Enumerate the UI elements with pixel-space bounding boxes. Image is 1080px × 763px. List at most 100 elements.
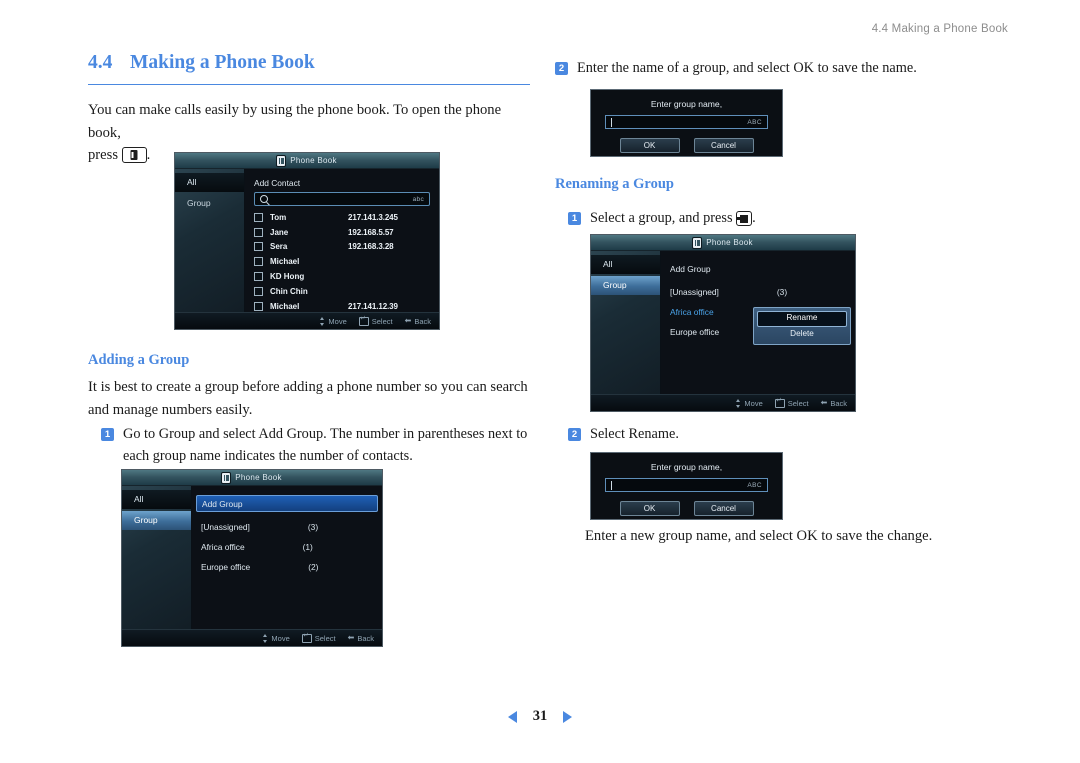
osd-content: Add Contact abc Tom 217.141.3.245 Jane 1…: [245, 169, 439, 316]
step-add-group-2: 2 Enter the name of a group, and select …: [555, 58, 995, 80]
phonebook-icon: [277, 155, 286, 166]
running-header: 4.4 Making a Phone Book: [871, 23, 1008, 35]
contact-checkbox[interactable]: [254, 272, 263, 282]
sidebar-item-group[interactable]: Group: [122, 511, 191, 530]
footer-hint-label: Select: [371, 316, 393, 326]
select-key-icon: [736, 211, 753, 226]
add-group-row[interactable]: Add Group: [670, 259, 846, 279]
contact-row[interactable]: Tom 217.141.3.245: [254, 210, 430, 225]
heading-adding-group: Adding a Group: [88, 352, 190, 368]
group-name: Europe office: [201, 562, 251, 572]
footer-hint-move: Move: [263, 633, 290, 643]
dialog-title: Enter group name,: [650, 99, 723, 109]
contact-name: KD Hong: [270, 272, 305, 282]
contact-row[interactable]: Jane 192.168.5.57: [254, 225, 430, 240]
left-column: 4.4 Making a Phone Book You can make cal…: [88, 52, 530, 647]
contact-row[interactable]: Michael: [254, 254, 430, 269]
closing-paragraph: Enter a new group name, and select OK to…: [585, 528, 933, 544]
footer-hint-label: Back: [414, 316, 431, 326]
back-arrow-icon: ⬅: [820, 398, 828, 407]
osd-footer: Move Select ⬅ Back: [122, 629, 382, 646]
intro-text-press: press: [88, 147, 118, 164]
contact-ip: 217.141.12.39: [348, 301, 398, 311]
back-arrow-icon: ⬅: [347, 633, 355, 642]
group-row[interactable]: Europe office (2): [201, 557, 373, 577]
contact-checkbox[interactable]: [254, 242, 263, 252]
sidebar-item-all[interactable]: All: [122, 490, 191, 509]
intro-text-period: .: [146, 147, 151, 164]
menu-item-rename[interactable]: Rename: [757, 311, 847, 327]
footer-hint-label: Move: [328, 316, 347, 326]
add-group-label: Add Group: [202, 498, 243, 509]
group-count: (2): [308, 562, 319, 572]
group-count: (1): [302, 542, 313, 552]
contact-name: Michael: [270, 257, 300, 267]
osd-content: Add Group [Unassigned] (3) Africa office…: [192, 486, 382, 633]
text-caret: [611, 117, 612, 127]
contact-checkbox[interactable]: [254, 227, 263, 237]
contact-name: Jane: [270, 227, 289, 237]
ok-button[interactable]: OK: [619, 138, 680, 153]
add-contact-row[interactable]: Add Contact: [254, 174, 430, 191]
contact-row[interactable]: Chin Chin: [254, 284, 430, 299]
group-row[interactable]: Africa office (1): [201, 537, 373, 557]
osd-titlebar: Phone Book: [591, 235, 855, 251]
group-name: [Unassigned]: [201, 522, 250, 532]
group-name-input[interactable]: ABC: [605, 115, 768, 129]
step-number: 1: [568, 212, 581, 225]
contact-checkbox[interactable]: [254, 301, 263, 311]
phonebook-icon: [693, 237, 702, 248]
osd-sidebar: All Group: [175, 169, 245, 316]
step-renaming-group-2: 2 Select Rename.: [568, 424, 988, 446]
contact-row[interactable]: KD Hong: [254, 269, 430, 284]
footer-hint-back: ⬅ Back: [821, 399, 847, 408]
footer-hint-label: Back: [357, 633, 374, 643]
group-name: [Unassigned]: [670, 287, 719, 297]
search-input[interactable]: abc: [254, 192, 430, 206]
group-row[interactable]: [Unassigned] (3): [670, 282, 846, 302]
contact-checkbox[interactable]: [254, 257, 263, 267]
ok-button[interactable]: OK: [619, 501, 680, 516]
osd-footer: Move Select ⬅ Back: [591, 394, 855, 411]
contact-row[interactable]: Sera 192.168.3.28: [254, 240, 430, 255]
group-row[interactable]: [Unassigned] (3): [201, 517, 373, 537]
add-group-row[interactable]: Add Group: [196, 495, 378, 512]
ime-mode-label: abc: [412, 195, 424, 203]
sidebar-item-all[interactable]: All: [175, 173, 244, 192]
contact-checkbox[interactable]: [254, 286, 263, 296]
contact-ip: 192.168.5.57: [348, 227, 394, 237]
contact-checkbox[interactable]: [254, 212, 263, 222]
contact-ip: 217.141.3.245: [348, 212, 398, 222]
osd-phonebook-contacts: Phone Book All Group Add Contact abc Tom…: [174, 152, 440, 330]
footer-hint-move: Move: [736, 398, 763, 408]
group-name-input[interactable]: ABC: [605, 478, 768, 492]
menu-item-delete[interactable]: Delete: [757, 327, 847, 341]
cancel-button[interactable]: Cancel: [693, 501, 754, 516]
sidebar-item-all[interactable]: All: [591, 255, 660, 274]
page-title: 4.4 Making a Phone Book: [88, 52, 530, 74]
enter-key-icon: [774, 397, 785, 408]
next-triangle-icon[interactable]: [563, 710, 573, 723]
footer-hint-select: Select: [774, 397, 809, 408]
page-footer: 31: [0, 708, 1080, 725]
updown-arrows-icon: [263, 633, 268, 643]
context-menu: Rename Delete: [753, 307, 851, 345]
adding-group-paragraph: It is best to create a group before addi…: [88, 379, 528, 418]
page-number: 31: [532, 708, 548, 724]
osd-footer: Move Select ⬅ Back: [175, 312, 439, 329]
prev-triangle-icon[interactable]: [507, 710, 517, 723]
phonebook-icon: [222, 472, 231, 483]
right-column: 2 Enter the name of a group, and select …: [555, 58, 995, 544]
sidebar-item-group[interactable]: Group: [175, 194, 244, 213]
footer-hint-label: Select: [787, 398, 809, 408]
intro-text-line1: You can make calls easily by using the p…: [88, 102, 502, 141]
sidebar-item-group[interactable]: Group: [591, 276, 660, 295]
dialog-buttons: OK Cancel: [605, 138, 768, 153]
osd-sidebar: All Group: [122, 486, 192, 633]
osd-body: All Group Add Contact abc Tom 217.141.3.…: [175, 169, 439, 316]
cancel-button[interactable]: Cancel: [693, 138, 754, 153]
enter-key-icon: [301, 632, 312, 643]
footer-hint-select: Select: [358, 315, 393, 326]
enter-key-icon: [358, 315, 369, 326]
step-text-a: Select a group, and press: [590, 210, 733, 226]
